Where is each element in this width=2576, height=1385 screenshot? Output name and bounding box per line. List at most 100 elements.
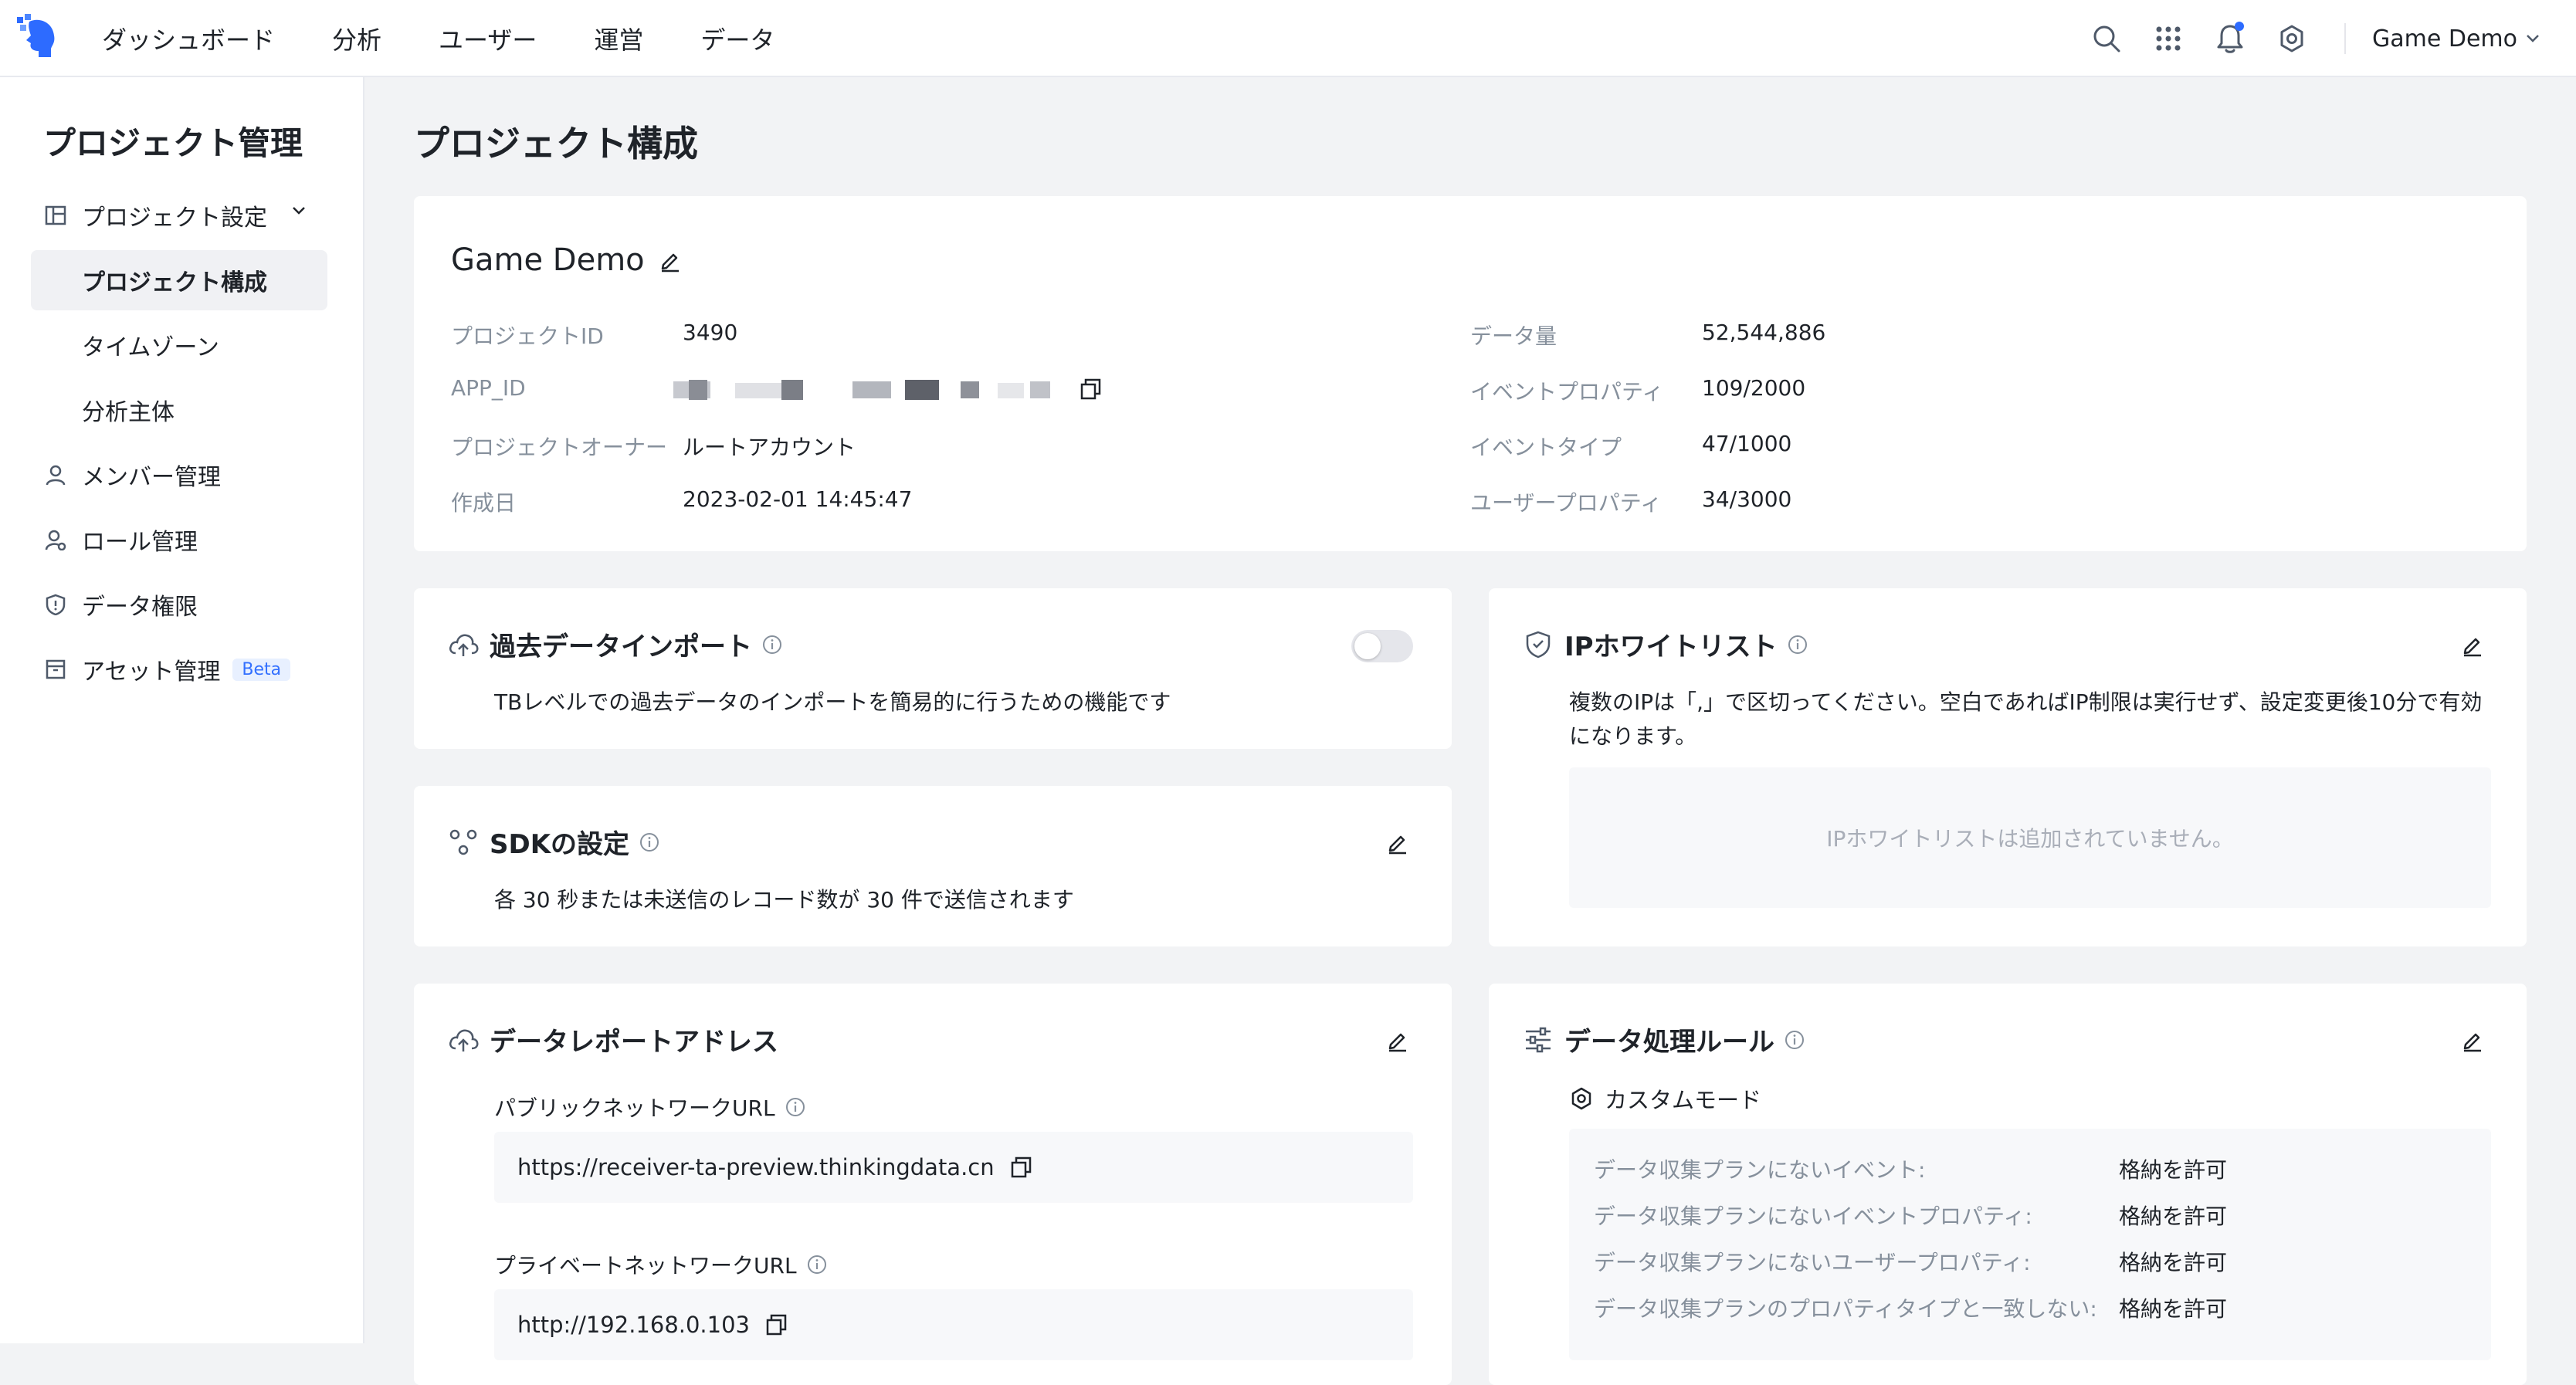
nav-dashboard[interactable]: ダッシュボード xyxy=(102,21,275,56)
ip-whitelist-card: IPホワイトリスト 複数のIPは「,」で区切ってください。空白であればIP制限は… xyxy=(1489,588,2527,946)
sidebar-item-project-config[interactable]: プロジェクト構成 xyxy=(31,250,327,310)
rules-list: データ収集プランにないイベント: 格納を許可 データ収集プランにないイベントプロ… xyxy=(1569,1129,2491,1360)
info-icon[interactable] xyxy=(639,831,660,853)
copy-icon[interactable] xyxy=(765,1312,790,1337)
sidebar-item-label: アセット管理 xyxy=(82,659,221,686)
nav-users[interactable]: ユーザー xyxy=(439,21,537,56)
chevron-down-icon xyxy=(293,207,305,215)
mode-label: カスタムモード xyxy=(1605,1087,1762,1113)
divider xyxy=(2344,23,2347,54)
info-icon[interactable] xyxy=(1787,634,1808,655)
field-label: データ量 xyxy=(1470,323,1557,349)
sidebar-item-assets[interactable]: アセット管理 Beta xyxy=(31,639,327,699)
public-url-field[interactable]: https://receiver-ta-preview.thinkingdata… xyxy=(494,1132,1413,1203)
info-icon[interactable] xyxy=(1784,1029,1805,1051)
copy-app-id-icon[interactable] xyxy=(1080,377,1104,401)
chevron-down-icon xyxy=(2527,35,2539,42)
info-icon[interactable] xyxy=(785,1096,806,1118)
nav-analysis[interactable]: 分析 xyxy=(332,21,381,56)
field-label: APP_ID xyxy=(451,375,526,401)
project-switcher[interactable]: Game Demo xyxy=(2372,25,2540,52)
user-icon xyxy=(43,462,68,487)
created-date-value: 2023-02-01 14:45:47 xyxy=(683,486,913,512)
user-properties-value: 34/3000 xyxy=(1702,486,1792,512)
sliders-icon xyxy=(1523,1024,1554,1055)
nav-operations[interactable]: 運営 xyxy=(594,21,643,56)
notification-bell-icon[interactable] xyxy=(2213,22,2247,56)
event-types-value: 47/1000 xyxy=(1702,431,1792,456)
shield-icon xyxy=(43,592,68,617)
project-switcher-label: Game Demo xyxy=(2372,25,2517,52)
card-title: データ処理ルール xyxy=(1564,1027,1774,1058)
edit-sdk-icon[interactable] xyxy=(1382,828,1413,858)
sidebar-item-label: ロール管理 xyxy=(82,529,198,556)
rule-value: 格納を許可 xyxy=(2119,1157,2228,1183)
sidebar-title: プロジェクト管理 xyxy=(43,124,303,162)
copy-icon[interactable] xyxy=(1010,1155,1035,1180)
edit-name-icon[interactable] xyxy=(655,246,686,276)
app-id-redacted xyxy=(673,377,1067,405)
private-url-field[interactable]: http://192.168.0.103 xyxy=(494,1289,1413,1360)
top-bar: ダッシュボード 分析 ユーザー 運営 データ Game Demo xyxy=(0,0,2576,77)
layout-icon xyxy=(43,203,68,228)
card-description: 各 30 秒または未送信のレコード数が 30 件で送信されます xyxy=(494,887,1074,913)
field-label: イベントプロパティ xyxy=(1470,379,1664,405)
main-nav: ダッシュボード 分析 ユーザー 運営 データ xyxy=(102,0,832,77)
card-header: 過去データインポート xyxy=(448,625,783,663)
rule-label: データ収集プランにないイベントプロパティ: xyxy=(1594,1204,2032,1229)
top-actions: Game Demo xyxy=(2090,0,2576,77)
settings-gear-icon[interactable] xyxy=(2275,22,2309,56)
private-url-value: http://192.168.0.103 xyxy=(517,1312,751,1338)
sidebar-item-label: データ権限 xyxy=(82,594,198,621)
sidebar-item-label: タイムゾーン xyxy=(82,334,219,361)
info-icon[interactable] xyxy=(761,634,783,655)
app-logo[interactable] xyxy=(15,12,59,59)
rule-label: データ収集プランにないユーザープロパティ: xyxy=(1594,1250,2031,1275)
card-header: SDKの設定 xyxy=(448,823,660,861)
created-date-row: 作成日 2023-02-01 14:45:47 xyxy=(451,486,912,517)
edit-rules-icon[interactable] xyxy=(2457,1025,2488,1056)
sidebar-item-data-permissions[interactable]: データ権限 xyxy=(31,574,327,635)
label-text: パブリックネットワークURL xyxy=(494,1095,775,1121)
card-title: IPホワイトリスト xyxy=(1564,632,1778,662)
user-properties-row: ユーザープロパティ 34/3000 xyxy=(1470,486,1791,517)
field-label: プロジェクトオーナー xyxy=(451,435,668,460)
edit-ip-whitelist-icon[interactable] xyxy=(2457,630,2488,661)
edit-report-address-icon[interactable] xyxy=(1382,1025,1413,1056)
rule-value: 格納を許可 xyxy=(2119,1296,2228,1322)
gear-icon xyxy=(1571,1087,1591,1110)
role-icon xyxy=(43,527,68,552)
apps-grid-icon[interactable] xyxy=(2151,22,2185,56)
public-url-label: パブリックネットワークURL xyxy=(494,1092,806,1123)
page-title: プロジェクト構成 xyxy=(414,123,698,164)
rule-value: 格納を許可 xyxy=(2119,1204,2228,1229)
data-volume-value: 52,544,886 xyxy=(1702,320,1826,345)
field-label: 作成日 xyxy=(451,490,517,516)
search-icon[interactable] xyxy=(2090,22,2124,56)
archive-icon xyxy=(43,657,68,682)
sidebar-item-label: 分析主体 xyxy=(82,399,175,426)
info-icon[interactable] xyxy=(806,1254,828,1275)
toggle-knob xyxy=(1354,633,1381,659)
public-url-value: https://receiver-ta-preview.thinkingdata… xyxy=(517,1154,995,1180)
sidebar-item-roles[interactable]: ロール管理 xyxy=(31,510,327,570)
sidebar-item-label: メンバー管理 xyxy=(82,464,221,491)
sidebar-item-project-settings[interactable]: プロジェクト設定 xyxy=(31,185,327,246)
sidebar-item-timezone[interactable]: タイムゾーン xyxy=(31,315,327,375)
sidebar-item-members[interactable]: メンバー管理 xyxy=(31,445,327,505)
rule-row: データ収集プランにないユーザープロパティ: 格納を許可 xyxy=(1594,1246,2227,1277)
processing-mode: カスタムモード xyxy=(1569,1082,1761,1115)
sidebar-item-analysis-entity[interactable]: 分析主体 xyxy=(31,380,327,440)
nav-data[interactable]: データ xyxy=(700,21,774,56)
project-overview-card: Game Demo プロジェクトID 3490 APP_ID プロジェクトオーナ… xyxy=(414,196,2527,551)
rule-label: データ収集プランにないイベント: xyxy=(1594,1157,1926,1183)
shield-check-icon xyxy=(1523,629,1554,660)
ip-whitelist-empty: IPホワイトリストは追加されていません。 xyxy=(1569,767,2491,908)
card-description: 複数のIPは「,」で区切ってください。空白であればIP制限は実行せず、設定変更後… xyxy=(1569,689,2483,749)
history-import-toggle[interactable] xyxy=(1351,630,1413,662)
data-volume-row: データ量 52,544,886 xyxy=(1470,320,1825,350)
card-title: 過去データインポート xyxy=(490,632,752,662)
field-label: イベントタイプ xyxy=(1470,435,1622,460)
data-rules-card: データ処理ルール カスタムモード データ収集プランにないイベント: 格納を許可 … xyxy=(1489,984,2527,1385)
cloud-upload-icon xyxy=(448,629,479,660)
